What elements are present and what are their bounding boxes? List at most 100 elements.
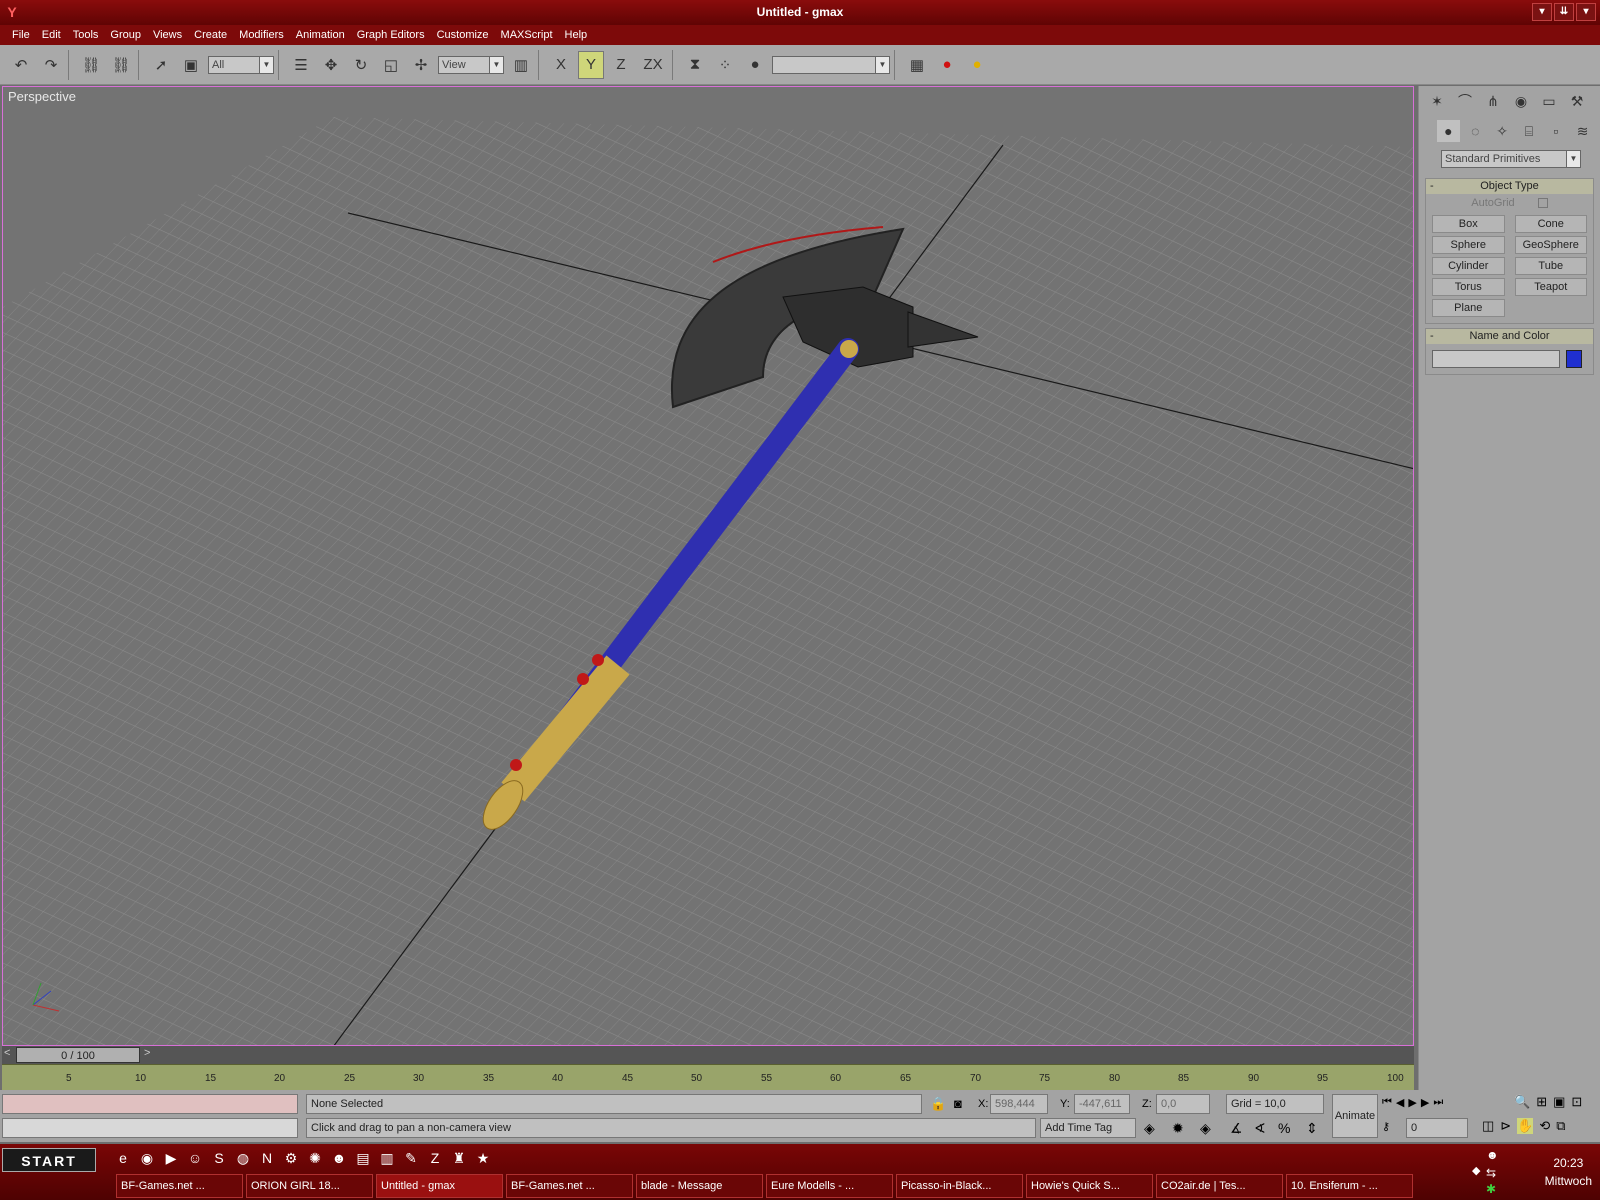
create-tab-icon[interactable]: ✶ [1425, 90, 1449, 112]
restrict-y-button[interactable]: Y [578, 50, 604, 79]
tool-icon[interactable]: ⚙ [282, 1148, 300, 1168]
viewport-label[interactable]: Perspective [8, 89, 76, 104]
archive-icon[interactable]: ▥ [378, 1148, 396, 1168]
taskbar-button[interactable]: Eure Modells - ... [766, 1174, 893, 1198]
redo-icon[interactable]: ↷ [38, 51, 64, 79]
time-slider-thumb[interactable]: 0 / 100 [16, 1047, 140, 1063]
z-coordinate-field[interactable]: 0,0 [1156, 1094, 1210, 1114]
nero-icon[interactable]: N [258, 1148, 276, 1168]
manipulate-icon[interactable]: ✢ [408, 51, 434, 79]
rotate-icon[interactable]: ↻ [348, 51, 374, 79]
time-prev-button[interactable]: < [4, 1047, 10, 1059]
helpers-icon[interactable]: ▫ [1544, 120, 1567, 142]
time-next-button[interactable]: > [144, 1047, 150, 1059]
close-button[interactable]: ▾ [1576, 3, 1596, 21]
array-icon[interactable]: ⁘ [712, 51, 738, 79]
menu-help[interactable]: Help [559, 29, 594, 41]
cone-button[interactable]: Cone [1514, 215, 1587, 233]
minimize-button[interactable]: ▾ [1532, 3, 1552, 21]
messenger-icon[interactable]: ☺ [186, 1148, 204, 1168]
goto-end-icon[interactable]: ⏭ [1433, 1096, 1443, 1109]
flag-icon[interactable]: ★ [474, 1148, 492, 1168]
taskbar-button[interactable]: Untitled - gmax [376, 1174, 503, 1198]
quick-render-icon[interactable]: ● [964, 51, 990, 79]
plane-button[interactable]: Plane [1432, 299, 1505, 317]
tray-user-icon[interactable]: ☻ [1486, 1148, 1499, 1162]
display-tab-icon[interactable]: ▭ [1537, 90, 1561, 112]
gmax-app-icon[interactable]: Y [4, 4, 20, 20]
percent-snap-icon[interactable]: % [1278, 1120, 1290, 1136]
prev-frame-icon[interactable]: ◀ [1396, 1096, 1404, 1109]
tray-status-icon[interactable]: ✱ [1486, 1182, 1496, 1196]
named-selection-sets-icon[interactable]: ▦ [904, 51, 930, 79]
spinner-snap-icon[interactable]: ⇕ [1306, 1120, 1318, 1137]
taskbar-button[interactable]: 10. Ensiferum - ... [1286, 1174, 1413, 1198]
name-and-color-header[interactable]: - Name and Color [1426, 329, 1593, 344]
utilities-tab-icon[interactable]: ⚒ [1565, 90, 1589, 112]
taskbar-button[interactable]: Howie's Quick S... [1026, 1174, 1153, 1198]
mirror-icon[interactable]: ⧗ [682, 51, 708, 79]
teapot-button[interactable]: Teapot [1514, 278, 1587, 296]
zoom-all-icon[interactable]: ⊞ [1536, 1094, 1547, 1110]
select-by-name-icon[interactable]: ☰ [288, 51, 314, 79]
menu-maxscript[interactable]: MAXScript [495, 29, 559, 41]
zoom-icon[interactable]: 🔍 [1514, 1094, 1530, 1110]
paint-icon[interactable]: ✎ [402, 1148, 420, 1168]
menu-edit[interactable]: Edit [36, 29, 67, 41]
menu-customize[interactable]: Customize [431, 29, 495, 41]
ie-icon[interactable]: e [114, 1148, 132, 1168]
track-bar[interactable]: 5 10 15 20 25 30 35 40 45 50 55 60 65 70 75 80 85 90 95 100 [2, 1064, 1414, 1090]
modify-tab-icon[interactable]: ⌒ [1453, 90, 1477, 112]
filter-icon[interactable]: ✹ [1172, 1120, 1184, 1137]
named-selection-dropdown[interactable]: ▼ [772, 55, 890, 74]
taskbar-button[interactable]: CO2air.de | Tes... [1156, 1174, 1283, 1198]
tray-arrow-icon[interactable]: ◆ [1472, 1164, 1480, 1177]
geosphere-button[interactable]: GeoSphere [1514, 236, 1587, 254]
taskbar-button[interactable]: ORION GIRL 18... [246, 1174, 373, 1198]
geometry-icon[interactable]: ● [1437, 120, 1460, 142]
key-mode-icon[interactable]: ◈ [1144, 1120, 1155, 1137]
tray-network-icon[interactable]: ⇆ [1486, 1166, 1496, 1180]
object-name-field[interactable] [1432, 350, 1560, 368]
maximize-viewport-icon[interactable]: ⧉ [1556, 1118, 1565, 1134]
lock-selection-icon[interactable]: 🔒 [930, 1096, 946, 1112]
menu-graph-editors[interactable]: Graph Editors [351, 29, 431, 41]
primitive-category-dropdown[interactable]: Standard Primitives ▼ [1441, 150, 1581, 168]
move-icon[interactable]: ✥ [318, 51, 344, 79]
network-icon[interactable]: ✺ [306, 1148, 324, 1168]
sphere-button[interactable]: Sphere [1432, 236, 1505, 254]
render-teapot-icon[interactable]: ● [934, 51, 960, 79]
set-key-icon[interactable]: ◈ [1200, 1120, 1211, 1137]
restore-button[interactable]: ⇊ [1554, 3, 1574, 21]
folder-icon[interactable]: ▤ [354, 1148, 372, 1168]
space-warps-icon[interactable]: ≋ [1571, 120, 1594, 142]
shapes-icon[interactable]: ◌ [1464, 120, 1487, 142]
current-frame-field[interactable]: 0 [1406, 1118, 1468, 1138]
tube-button[interactable]: Tube [1514, 257, 1587, 275]
object-color-swatch[interactable] [1566, 350, 1582, 368]
snap-toggle-icon[interactable]: ∡ [1230, 1120, 1243, 1137]
restrict-zx-button[interactable]: ZX [638, 51, 668, 79]
rectangular-selection-icon[interactable]: ▣ [178, 51, 204, 79]
time-slider[interactable]: < 0 / 100 > [2, 1046, 1414, 1064]
box-button[interactable]: Box [1432, 215, 1505, 233]
animate-button[interactable]: Animate [1332, 1094, 1378, 1138]
firefox-icon[interactable]: ◉ [138, 1148, 156, 1168]
menu-file[interactable]: File [6, 29, 36, 41]
taskbar-button[interactable]: Picasso-in-Black... [896, 1174, 1023, 1198]
media-player-icon[interactable]: ▶ [162, 1148, 180, 1168]
taskbar-button[interactable]: BF-Games.net ... [116, 1174, 243, 1198]
menu-create[interactable]: Create [188, 29, 233, 41]
select-and-link-icon[interactable]: ⛓ [78, 51, 104, 79]
scale-icon[interactable]: ◱ [378, 51, 404, 79]
menu-views[interactable]: Views [147, 29, 188, 41]
gmax-icon[interactable]: Z [426, 1148, 444, 1168]
zoom-extents-all-icon[interactable]: ⊡ [1571, 1094, 1582, 1110]
add-time-tag-button[interactable]: Add Time Tag [1040, 1118, 1136, 1138]
next-frame-icon[interactable]: ▶ [1421, 1096, 1429, 1109]
pan-hand-icon[interactable]: ✋ [1517, 1118, 1534, 1134]
cameras-icon[interactable]: ⌸ [1517, 120, 1540, 142]
menu-modifiers[interactable]: Modifiers [233, 29, 290, 41]
motion-tab-icon[interactable]: ◉ [1509, 90, 1533, 112]
taskbar-button[interactable]: BF-Games.net ... [506, 1174, 633, 1198]
